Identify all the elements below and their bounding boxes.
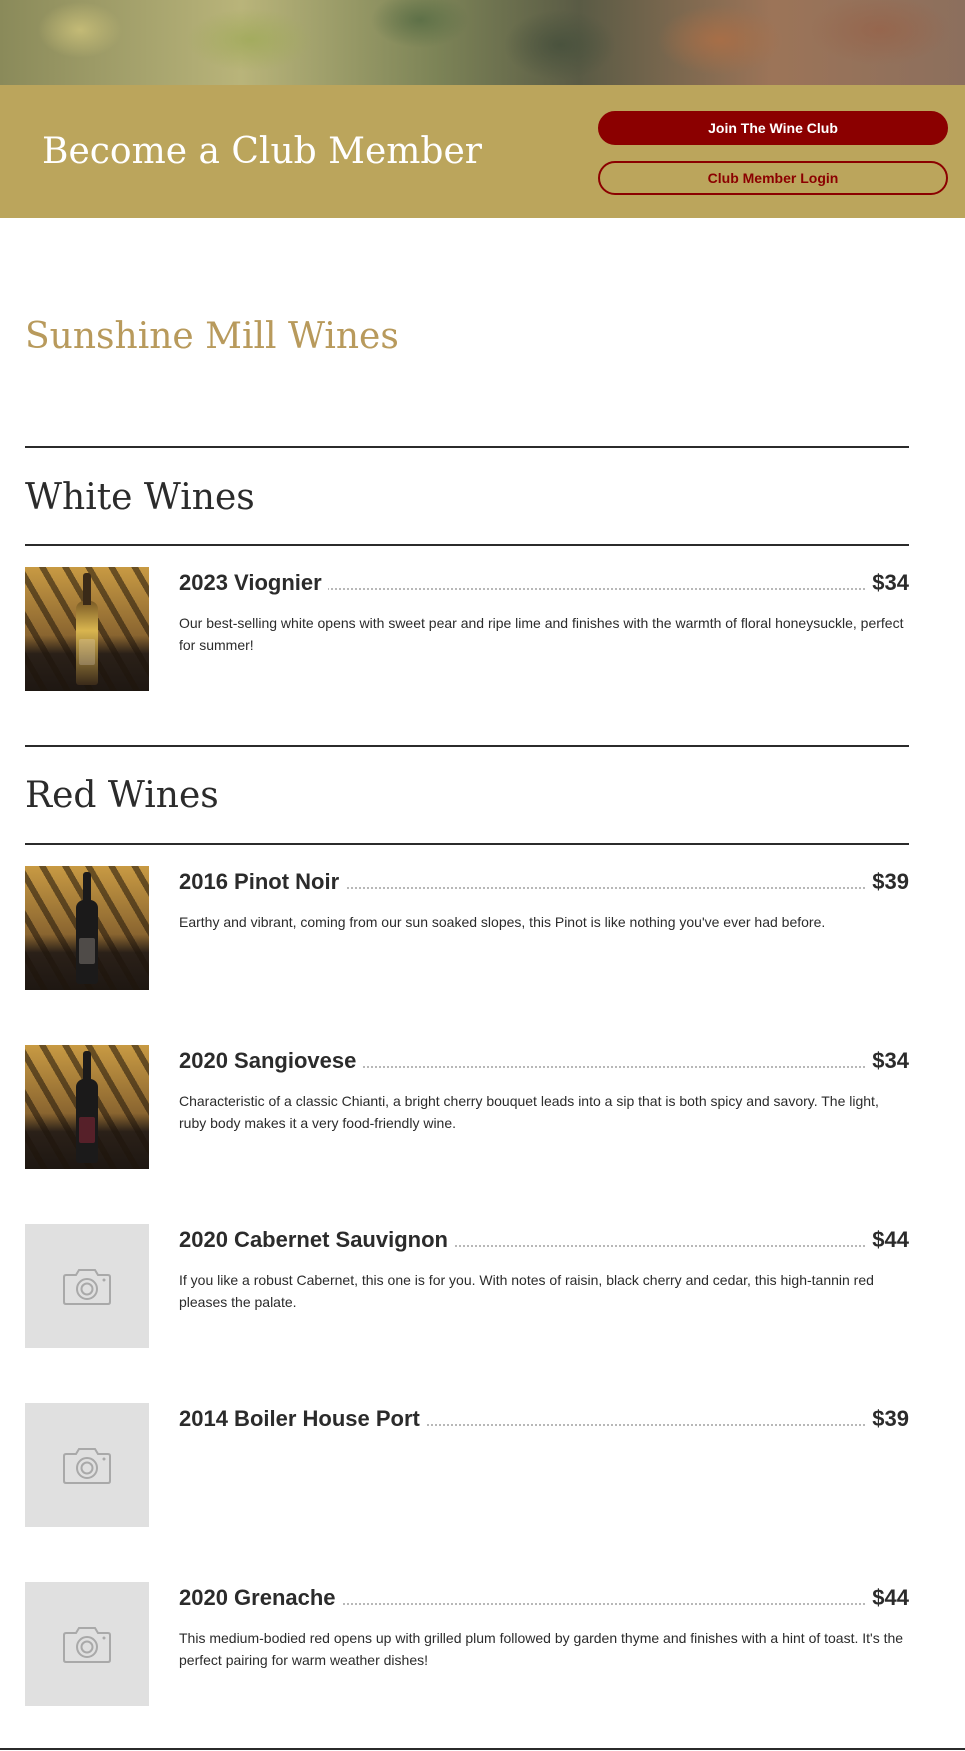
section-divider (25, 446, 909, 448)
wine-bottle-photo[interactable] (25, 866, 149, 990)
wine-description: If you like a robust Cabernet, this one … (179, 1272, 874, 1310)
wine-item-sangiovese: 2020 Sangiovese $34 Characteristic of a … (25, 1045, 909, 1169)
wine-name[interactable]: 2014 Boiler House Port (179, 1405, 426, 1433)
wine-bottle-image (76, 573, 98, 685)
section-title-white-wines: White Wines (25, 477, 255, 518)
wine-name[interactable]: 2020 Grenache (179, 1584, 342, 1612)
section-divider (25, 544, 909, 546)
camera-icon (63, 1269, 111, 1305)
section-divider (25, 843, 909, 845)
image-placeholder[interactable] (25, 1403, 149, 1527)
section-title-red-wines: Red Wines (25, 775, 219, 816)
wine-name[interactable]: 2020 Sangiovese (179, 1047, 363, 1075)
wine-price: $34 (866, 569, 909, 597)
image-placeholder[interactable] (25, 1582, 149, 1706)
wine-item-viognier: 2023 Viognier $34 Our best-selling white… (25, 567, 909, 691)
club-member-login-button[interactable]: Club Member Login (598, 161, 948, 195)
image-placeholder[interactable] (25, 1224, 149, 1348)
wine-name[interactable]: 2020 Cabernet Sauvignon (179, 1226, 454, 1254)
wine-price: $34 (866, 1047, 909, 1075)
join-wine-club-button[interactable]: Join The Wine Club (598, 111, 948, 145)
wine-description: Earthy and vibrant, coming from our sun … (179, 914, 826, 930)
wine-bottle-image (76, 1051, 98, 1163)
hero-vineyard-image (0, 0, 965, 85)
page-title: Sunshine Mill Wines (25, 316, 399, 357)
wine-description: Characteristic of a classic Chianti, a b… (179, 1093, 879, 1131)
wine-description: Our best-selling white opens with sweet … (179, 615, 904, 653)
wine-bottle-photo[interactable] (25, 567, 149, 691)
camera-icon (63, 1627, 111, 1663)
wine-price: $39 (866, 1405, 909, 1433)
section-divider (25, 745, 909, 747)
club-banner-title: Become a Club Member (42, 131, 482, 172)
wine-description: This medium-bodied red opens up with gri… (179, 1630, 904, 1668)
wine-item-grenache: 2020 Grenache $44 This medium-bodied red… (25, 1582, 909, 1706)
wine-price: $44 (866, 1226, 909, 1254)
wine-name[interactable]: 2023 Viognier (179, 569, 328, 597)
wine-item-cabernet-sauvignon: 2020 Cabernet Sauvignon $44 If you like … (25, 1224, 909, 1348)
wine-price: $39 (866, 868, 909, 896)
wine-item-pinot-noir: 2016 Pinot Noir $39 Earthy and vibrant, … (25, 866, 909, 990)
wine-price: $44 (866, 1584, 909, 1612)
wine-bottle-photo[interactable] (25, 1045, 149, 1169)
wine-name[interactable]: 2016 Pinot Noir (179, 868, 346, 896)
wine-bottle-image (76, 872, 98, 984)
footer-divider (0, 1748, 965, 1750)
wine-item-boiler-house-port: 2014 Boiler House Port $39 (25, 1403, 909, 1527)
camera-icon (63, 1448, 111, 1484)
